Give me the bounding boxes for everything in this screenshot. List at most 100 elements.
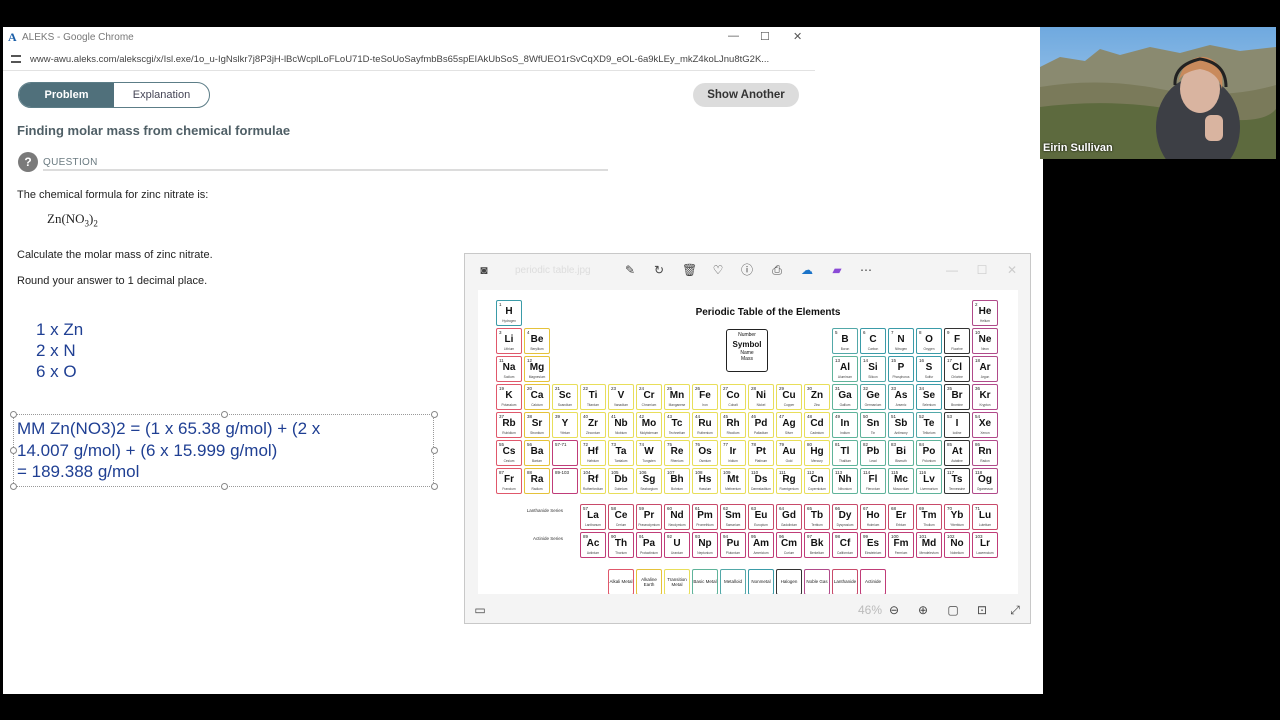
maximize-icon[interactable]: ☐ xyxy=(760,30,770,43)
element-cell-c: 6 C Carbon xyxy=(860,328,886,354)
zoom-out-icon[interactable]: ⊖ xyxy=(887,603,901,617)
element-cell-lu: 71 Lu Lutetium xyxy=(972,504,998,531)
element-symbol: Hf xyxy=(587,446,599,457)
element-cell-mn: 25 Mn Manganese xyxy=(664,384,690,410)
element-symbol: He xyxy=(978,306,992,317)
rotate-icon[interactable]: ↻ xyxy=(652,263,666,277)
element-name: Plutonium xyxy=(725,551,741,556)
favorite-icon[interactable]: ♡ xyxy=(711,263,725,277)
element-cell-v: 23 V Vanadium xyxy=(608,384,634,410)
element-cell-o: 8 O Oxygen xyxy=(916,328,942,354)
element-cell-ra: 88 Ra Radium xyxy=(524,468,550,494)
show-another-button[interactable]: Show Another xyxy=(693,83,799,107)
print-icon[interactable]: ⎙ xyxy=(770,263,784,277)
filmstrip-icon[interactable]: ▭ xyxy=(473,603,487,617)
element-name: Chlorine xyxy=(951,375,963,379)
element-symbol: Mg xyxy=(529,362,545,373)
resize-handle[interactable] xyxy=(431,483,438,490)
element-cell-b: 5 B Boron xyxy=(832,328,858,354)
url-text[interactable]: www-awu.aleks.com/alekscgi/x/Isl.exe/1o_… xyxy=(30,54,769,65)
element-name: Selenium xyxy=(922,403,936,407)
element-symbol: Li xyxy=(504,334,514,345)
resize-handle[interactable] xyxy=(10,483,17,490)
element-symbol: Dy xyxy=(838,510,852,522)
resize-handle[interactable] xyxy=(431,411,438,418)
minimize-icon[interactable]: — xyxy=(728,30,739,42)
tab-problem[interactable]: Problem xyxy=(19,83,114,107)
fit-window-icon[interactable]: ▢ xyxy=(946,603,960,617)
element-name: Lutetium xyxy=(978,523,992,528)
fullscreen-icon[interactable]: ⤢ xyxy=(1008,603,1022,617)
element-name: Nihonium xyxy=(838,487,852,491)
close-icon[interactable]: ✕ xyxy=(793,30,802,43)
element-cell-p: 15 P Phosphorus xyxy=(888,356,914,382)
element-name: Carbon xyxy=(867,347,879,351)
element-symbol: Cl xyxy=(952,362,962,373)
resize-handle[interactable] xyxy=(221,483,228,490)
element-symbol: Nb xyxy=(614,418,628,429)
element-symbol: Tm xyxy=(921,510,937,522)
onedrive-icon[interactable]: ☁ xyxy=(800,263,814,277)
resize-handle[interactable] xyxy=(10,411,17,418)
element-name: Cesium xyxy=(503,459,515,463)
element-symbol: Mn xyxy=(669,390,685,401)
element-name: Livermorium xyxy=(920,487,938,491)
element-symbol: Ac xyxy=(586,538,600,550)
info-icon[interactable]: ⓘ xyxy=(740,263,754,277)
element-name: Silicon xyxy=(868,375,878,379)
element-name: Gold xyxy=(785,459,793,463)
element-symbol: Re xyxy=(670,446,684,457)
zoom-in-icon[interactable]: ⊕ xyxy=(916,603,930,617)
element-symbol: Zr xyxy=(588,418,598,429)
element-cell-at: 85 At Astatine xyxy=(944,440,970,466)
element-name: Tellurium xyxy=(922,431,936,435)
element-cell-cn: 112 Cn Copernicium xyxy=(804,468,830,494)
element-name: Arsenic xyxy=(895,403,907,407)
element-cell-mc: 115 Mc Moscovium xyxy=(888,468,914,494)
element-symbol: Sm xyxy=(725,510,741,522)
element-name: Holmium xyxy=(866,523,880,528)
element-symbol: Pb xyxy=(866,446,880,457)
tab-explanation[interactable]: Explanation xyxy=(114,83,209,107)
viewer-toolbar: ◙ periodic table.jpg ✎ ↻ 🗑 ♡ ⓘ ⎙ ☁ ▰ ⋯ —… xyxy=(465,254,1030,288)
element-name: Lead xyxy=(869,459,877,463)
element-name: Zirconium xyxy=(586,431,600,435)
chemical-formula: Zn(NO3)2 xyxy=(47,211,98,229)
legend-nonmetal: Nonmetal xyxy=(748,568,774,594)
resize-handle[interactable] xyxy=(10,447,17,454)
element-name: Lawrencium xyxy=(976,551,994,556)
element-name: Polonium xyxy=(922,459,936,463)
maximize-icon[interactable]: ☐ xyxy=(975,263,989,277)
element-name: Tennessine xyxy=(948,487,966,491)
element-name: Neptunium xyxy=(697,551,713,556)
element-symbol: Pd xyxy=(754,418,768,429)
legend-noble-gas: Noble Gas xyxy=(804,568,830,594)
element-cell-sc: 21 Sc Scandium xyxy=(552,384,578,410)
more-options-icon[interactable]: ⋯ xyxy=(859,263,873,277)
question-icon[interactable]: ? xyxy=(18,152,38,172)
element-symbol: O xyxy=(925,334,933,345)
element-symbol: Ra xyxy=(530,474,544,485)
question-divider xyxy=(43,169,608,171)
actual-size-icon[interactable]: ⊡ xyxy=(975,603,989,617)
edit-icon[interactable]: ✎ xyxy=(623,263,637,277)
element-symbol: Cd xyxy=(810,418,824,429)
element-symbol: Ba xyxy=(530,446,544,457)
element-symbol: Be xyxy=(530,334,544,345)
site-settings-icon[interactable] xyxy=(11,55,21,63)
element-symbol: Lu xyxy=(978,510,992,522)
close-icon[interactable]: ✕ xyxy=(1005,263,1019,277)
clipchamp-icon[interactable]: ▰ xyxy=(830,263,844,277)
resize-handle[interactable] xyxy=(431,447,438,454)
minimize-icon[interactable]: — xyxy=(945,263,959,277)
element-cell-hf: 72 Hf Hafnium xyxy=(580,440,606,466)
element-symbol: Pa xyxy=(642,538,656,550)
element-cell-ba: 56 Ba Barium xyxy=(524,440,550,466)
problem-explanation-tabs: Problem Explanation xyxy=(18,82,210,108)
atomic-number: 89-103 xyxy=(555,470,570,475)
address-bar[interactable]: www-awu.aleks.com/alekscgi/x/Isl.exe/1o_… xyxy=(3,48,815,71)
delete-icon[interactable]: 🗑 xyxy=(682,263,697,277)
resize-handle[interactable] xyxy=(221,411,228,418)
element-cell-y: 39 Y Yttrium xyxy=(552,412,578,438)
element-cell-lr: 103 Lr Lawrencium xyxy=(972,532,998,559)
